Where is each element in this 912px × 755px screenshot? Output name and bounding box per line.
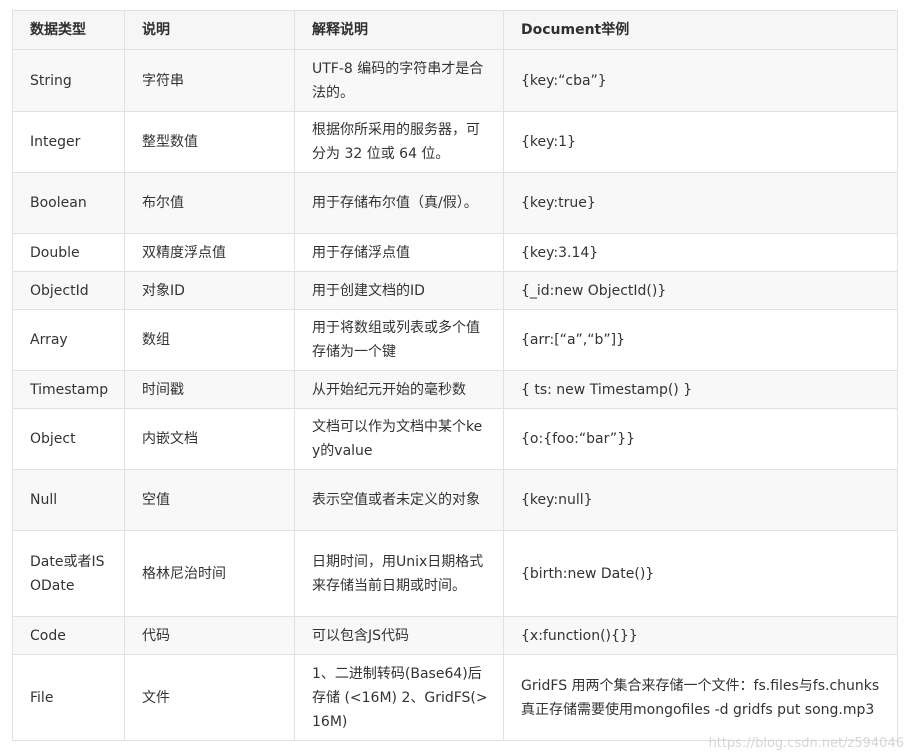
cell-explain: 表示空值或者未定义的对象 — [294, 469, 504, 531]
cell-explain: 文档可以作为文档中某个key的value — [294, 408, 504, 470]
cell-desc: 格林尼治时间 — [124, 530, 295, 617]
cell-type: Object — [12, 408, 125, 470]
cell-desc: 代码 — [124, 616, 295, 655]
cell-type: File — [12, 654, 125, 741]
cell-type: Code — [12, 616, 125, 655]
cell-explain: 1、二进制转码(Base64)后存储 (<16M) 2、GridFS(>16M) — [294, 654, 504, 741]
cell-desc: 双精度浮点值 — [124, 233, 295, 272]
table-row: Null 空值 表示空值或者未定义的对象 {key:null} — [12, 469, 898, 531]
table-row: Code 代码 可以包含JS代码 {x:function(){}} — [12, 616, 898, 655]
header-description: 说明 — [124, 10, 295, 50]
cell-example: {key:1} — [503, 111, 898, 173]
cell-explain: 用于存储浮点值 — [294, 233, 504, 272]
cell-example: {key:3.14} — [503, 233, 898, 272]
cell-example: {x:function(){}} — [503, 616, 898, 655]
table-header-row: 数据类型 说明 解释说明 Document举例 — [12, 10, 898, 50]
cell-example: {key:“cba”} — [503, 49, 898, 112]
data-types-table: 数据类型 说明 解释说明 Document举例 String 字符串 UTF-8… — [12, 10, 898, 741]
cell-explain: 用于创建文档的ID — [294, 271, 504, 310]
watermark: https://blog.csdn.net/z594046 — [708, 736, 904, 751]
cell-type: Double — [12, 233, 125, 272]
table-row: Integer 整型数值 根据你所采用的服务器，可分为 32 位或 64 位。 … — [12, 111, 898, 173]
cell-type: String — [12, 49, 125, 112]
cell-explain: 用于将数组或列表或多个值存储为一个键 — [294, 309, 504, 371]
cell-desc: 对象ID — [124, 271, 295, 310]
cell-example: {key:null} — [503, 469, 898, 531]
table-row: Array 数组 用于将数组或列表或多个值存储为一个键 {arr:[“a”,“b… — [12, 309, 898, 371]
cell-example: {o:{foo:“bar”}} — [503, 408, 898, 470]
table-row: Object 内嵌文档 文档可以作为文档中某个key的value {o:{foo… — [12, 408, 898, 470]
cell-type: Integer — [12, 111, 125, 173]
table-row: Double 双精度浮点值 用于存储浮点值 {key:3.14} — [12, 233, 898, 272]
cell-explain: UTF-8 编码的字符串才是合法的。 — [294, 49, 504, 112]
cell-desc: 内嵌文档 — [124, 408, 295, 470]
cell-example: {birth:new Date()} — [503, 530, 898, 617]
cell-explain: 可以包含JS代码 — [294, 616, 504, 655]
cell-example: {_id:new ObjectId()} — [503, 271, 898, 310]
table-row: Date或者ISODate 格林尼治时间 日期时间，用Unix日期格式来存储当前… — [12, 530, 898, 617]
cell-desc: 布尔值 — [124, 172, 295, 234]
cell-explain: 从开始纪元开始的毫秒数 — [294, 370, 504, 409]
header-explanation: 解释说明 — [294, 10, 504, 50]
cell-type: Date或者ISODate — [12, 530, 125, 617]
cell-type: Timestamp — [12, 370, 125, 409]
cell-type: Null — [12, 469, 125, 531]
cell-example: {arr:[“a”,“b”]} — [503, 309, 898, 371]
table-row: File 文件 1、二进制转码(Base64)后存储 (<16M) 2、Grid… — [12, 654, 898, 741]
cell-explain: 用于存储布尔值（真/假）。 — [294, 172, 504, 234]
table-row: Timestamp 时间戳 从开始纪元开始的毫秒数 { ts: new Time… — [12, 370, 898, 409]
cell-desc: 空值 — [124, 469, 295, 531]
header-document-example: Document举例 — [503, 10, 898, 50]
cell-example: {key:true} — [503, 172, 898, 234]
cell-desc: 字符串 — [124, 49, 295, 112]
cell-type: ObjectId — [12, 271, 125, 310]
cell-type: Array — [12, 309, 125, 371]
cell-desc: 时间戳 — [124, 370, 295, 409]
table-row: Boolean 布尔值 用于存储布尔值（真/假）。 {key:true} — [12, 172, 898, 234]
cell-type: Boolean — [12, 172, 125, 234]
cell-desc: 文件 — [124, 654, 295, 741]
cell-desc: 整型数值 — [124, 111, 295, 173]
cell-desc: 数组 — [124, 309, 295, 371]
table-row: String 字符串 UTF-8 编码的字符串才是合法的。 {key:“cba”… — [12, 49, 898, 112]
table-row: ObjectId 对象ID 用于创建文档的ID {_id:new ObjectI… — [12, 271, 898, 310]
cell-explain: 根据你所采用的服务器，可分为 32 位或 64 位。 — [294, 111, 504, 173]
cell-explain: 日期时间，用Unix日期格式来存储当前日期或时间。 — [294, 530, 504, 617]
header-data-type: 数据类型 — [12, 10, 125, 50]
cell-example: GridFS 用两个集合来存储一个文件：fs.files与fs.chunks 真… — [503, 654, 898, 741]
cell-example: { ts: new Timestamp() } — [503, 370, 898, 409]
